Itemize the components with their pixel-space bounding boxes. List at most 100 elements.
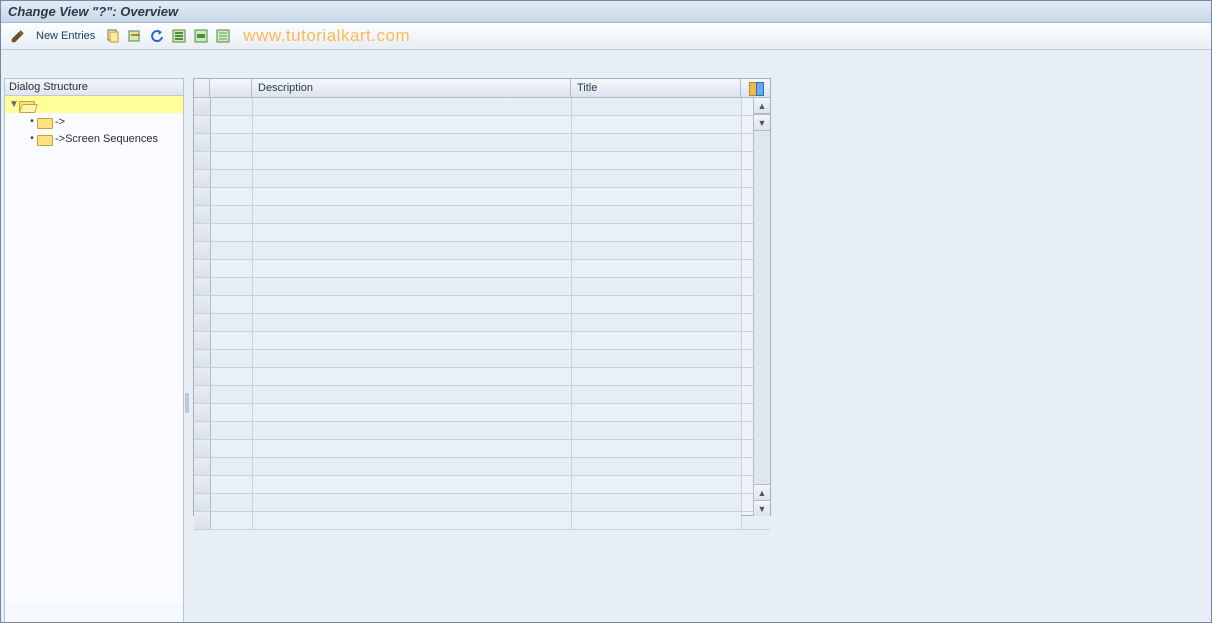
toggle-display-change-icon[interactable] xyxy=(10,28,26,44)
table-row[interactable] xyxy=(194,116,770,134)
cell-title[interactable] xyxy=(572,278,742,295)
tree-root-node[interactable]: ▼ xyxy=(5,96,183,113)
cell-title[interactable] xyxy=(572,494,742,511)
cell-description[interactable] xyxy=(253,224,572,241)
table-row[interactable] xyxy=(194,368,770,386)
table-row[interactable] xyxy=(194,152,770,170)
cell-description[interactable] xyxy=(253,386,572,403)
select-block-icon[interactable] xyxy=(193,28,209,44)
row-selector[interactable] xyxy=(194,206,211,223)
cell-title[interactable] xyxy=(572,368,742,385)
table-row[interactable] xyxy=(194,242,770,260)
cell-description[interactable] xyxy=(253,494,572,511)
splitter-handle-icon[interactable] xyxy=(185,393,189,413)
cell-description[interactable] xyxy=(253,458,572,475)
cell-title[interactable] xyxy=(572,206,742,223)
cell-title[interactable] xyxy=(572,134,742,151)
cell-description[interactable] xyxy=(253,512,572,529)
row-selector[interactable] xyxy=(194,152,211,169)
row-selector[interactable] xyxy=(194,116,211,133)
cell-title[interactable] xyxy=(572,458,742,475)
cell-description[interactable] xyxy=(253,296,572,313)
cell-description[interactable] xyxy=(253,404,572,421)
scroll-down-icon[interactable]: ▼ xyxy=(754,500,770,516)
cell-title[interactable] xyxy=(572,386,742,403)
scroll-down-icon[interactable]: ▼ xyxy=(754,114,770,131)
expand-collapse-icon[interactable]: ▼ xyxy=(9,100,19,110)
cell-description[interactable] xyxy=(253,314,572,331)
cell-description[interactable] xyxy=(253,332,572,349)
row-selector[interactable] xyxy=(194,134,211,151)
table-row[interactable] xyxy=(194,170,770,188)
cell-description[interactable] xyxy=(253,134,572,151)
table-header-title[interactable]: Title xyxy=(571,79,741,97)
row-selector[interactable] xyxy=(194,314,211,331)
table-row[interactable] xyxy=(194,512,770,530)
cell-title[interactable] xyxy=(572,260,742,277)
cell-description[interactable] xyxy=(253,278,572,295)
row-selector[interactable] xyxy=(194,476,211,493)
table-row[interactable] xyxy=(194,404,770,422)
table-row[interactable] xyxy=(194,422,770,440)
cell-description[interactable] xyxy=(253,188,572,205)
copy-as-icon[interactable] xyxy=(105,28,121,44)
tree-node[interactable]: • -> xyxy=(5,113,183,130)
table-vertical-scrollbar[interactable]: ▲ ▼ ▲ ▼ xyxy=(753,98,770,516)
cell-description[interactable] xyxy=(253,152,572,169)
row-selector[interactable] xyxy=(194,350,211,367)
cell-title[interactable] xyxy=(572,350,742,367)
cell-title[interactable] xyxy=(572,314,742,331)
table-row[interactable] xyxy=(194,386,770,404)
dialog-structure-tree[interactable]: ▼ • -> • ->Screen Sequences xyxy=(5,96,183,604)
cell-description[interactable] xyxy=(253,260,572,277)
row-selector[interactable] xyxy=(194,98,211,115)
cell-description[interactable] xyxy=(253,116,572,133)
table-row[interactable] xyxy=(194,224,770,242)
cell-title[interactable] xyxy=(572,242,742,259)
cell-description[interactable] xyxy=(253,368,572,385)
table-row[interactable] xyxy=(194,188,770,206)
row-selector[interactable] xyxy=(194,170,211,187)
cell-title[interactable] xyxy=(572,332,742,349)
delete-icon[interactable] xyxy=(127,28,143,44)
cell-title[interactable] xyxy=(572,512,742,529)
tree-node[interactable]: • ->Screen Sequences xyxy=(5,130,183,147)
table-row[interactable] xyxy=(194,494,770,512)
row-selector[interactable] xyxy=(194,458,211,475)
cell-description[interactable] xyxy=(253,440,572,457)
table-row[interactable] xyxy=(194,350,770,368)
row-selector[interactable] xyxy=(194,404,211,421)
cell-title[interactable] xyxy=(572,98,742,115)
cell-description[interactable] xyxy=(253,350,572,367)
row-selector[interactable] xyxy=(194,188,211,205)
row-selector[interactable] xyxy=(194,440,211,457)
cell-title[interactable] xyxy=(572,440,742,457)
table-row[interactable] xyxy=(194,332,770,350)
table-row[interactable] xyxy=(194,278,770,296)
row-selector[interactable] xyxy=(194,242,211,259)
table-row[interactable] xyxy=(194,260,770,278)
cell-description[interactable] xyxy=(253,170,572,187)
table-row[interactable] xyxy=(194,296,770,314)
table-header-description[interactable]: Description xyxy=(252,79,571,97)
row-selector[interactable] xyxy=(194,296,211,313)
row-selector[interactable] xyxy=(194,368,211,385)
cell-title[interactable] xyxy=(572,152,742,169)
cell-title[interactable] xyxy=(572,224,742,241)
row-selector[interactable] xyxy=(194,386,211,403)
deselect-all-icon[interactable] xyxy=(215,28,231,44)
row-selector[interactable] xyxy=(194,332,211,349)
table-row[interactable] xyxy=(194,134,770,152)
table-row[interactable] xyxy=(194,476,770,494)
cell-title[interactable] xyxy=(572,188,742,205)
cell-title[interactable] xyxy=(572,296,742,313)
cell-description[interactable] xyxy=(253,422,572,439)
cell-title[interactable] xyxy=(572,116,742,133)
table-row[interactable] xyxy=(194,98,770,116)
new-entries-button[interactable]: New Entries xyxy=(32,30,99,42)
cell-description[interactable] xyxy=(253,242,572,259)
scroll-up-icon[interactable]: ▲ xyxy=(754,98,770,114)
row-selector[interactable] xyxy=(194,278,211,295)
cell-title[interactable] xyxy=(572,404,742,421)
table-row[interactable] xyxy=(194,458,770,476)
